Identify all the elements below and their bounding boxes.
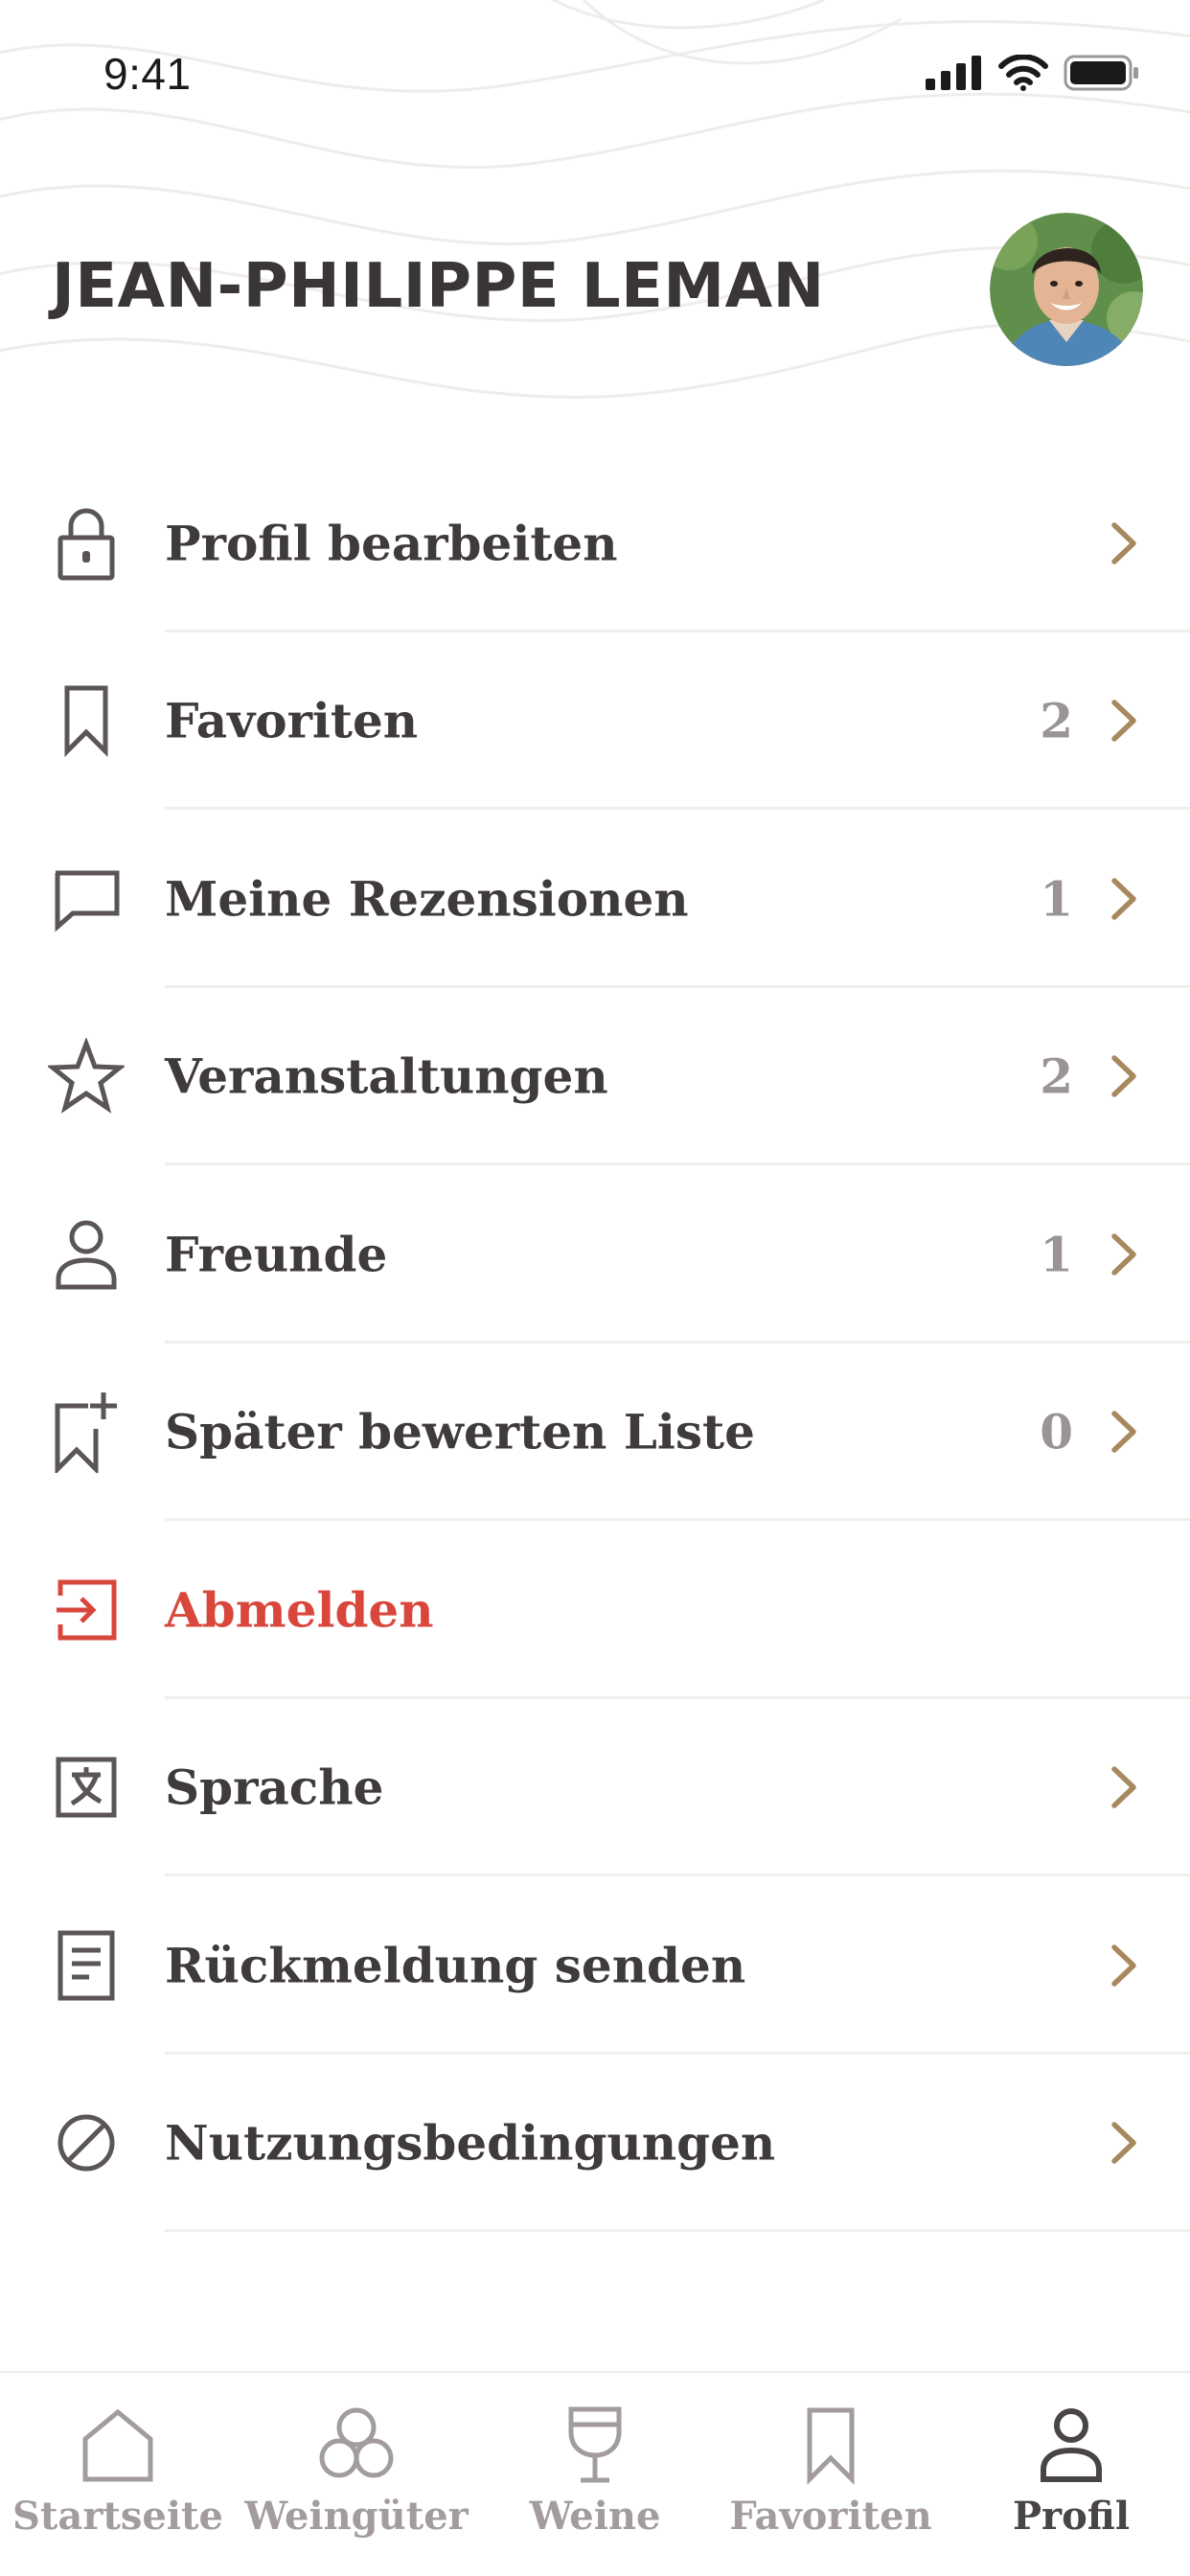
menu-item-rueckmeldung-senden[interactable]: Rückmeldung senden	[0, 1876, 1190, 2055]
person-icon	[48, 1216, 125, 1293]
bookmark-icon	[788, 2402, 874, 2488]
person-icon	[1028, 2402, 1114, 2488]
avatar-photo	[990, 213, 1143, 366]
rate-later-count: 0	[1040, 1403, 1073, 1460]
menu-item-meine-rezensionen[interactable]: Meine Rezensionen 1	[0, 810, 1190, 988]
logout-icon	[48, 1572, 125, 1648]
comment-icon	[48, 861, 125, 937]
tab-label: Startseite	[12, 2494, 223, 2539]
menu-item-abmelden[interactable]: Abmelden	[0, 1521, 1190, 1699]
wine-glass-icon	[552, 2402, 638, 2488]
menu-item-label: Profil bearbeiten	[165, 515, 618, 572]
chevron-right-icon	[1111, 1766, 1136, 1808]
chevron-right-icon	[1111, 1411, 1136, 1453]
chevron-right-icon	[1111, 700, 1136, 742]
star-icon	[48, 1038, 125, 1115]
status-bar: 9:41	[0, 0, 1190, 144]
menu-item-label: Abmelden	[165, 1581, 434, 1639]
menu-item-profil-bearbeiten[interactable]: Profil bearbeiten	[0, 454, 1190, 632]
menu-item-veranstaltungen[interactable]: Veranstaltungen 2	[0, 988, 1190, 1165]
lock-icon	[48, 505, 125, 582]
tab-startseite[interactable]: Startseite	[3, 2373, 233, 2576]
tab-weine[interactable]: Weine	[480, 2373, 710, 2576]
tab-weingueter[interactable]: Weingüter	[241, 2373, 471, 2576]
profile-menu: Profil bearbeiten Favoriten 2 Meine Reze…	[0, 454, 1190, 2232]
menu-item-label: Veranstaltungen	[165, 1047, 608, 1105]
menu-item-freunde[interactable]: Freunde 1	[0, 1165, 1190, 1344]
chevron-right-icon	[1111, 878, 1136, 920]
home-icon	[75, 2402, 161, 2488]
menu-item-label: Favoriten	[165, 692, 419, 749]
chevron-right-icon	[1111, 1055, 1136, 1097]
document-icon	[48, 1927, 125, 2004]
battery-icon	[1064, 55, 1138, 91]
events-count: 2	[1040, 1047, 1073, 1105]
translate-icon	[48, 1749, 125, 1826]
tab-label: Favoriten	[729, 2494, 932, 2539]
menu-item-label: Rückmeldung senden	[165, 1937, 746, 1994]
tab-profil[interactable]: Profil	[956, 2373, 1186, 2576]
chevron-right-icon	[1111, 522, 1136, 564]
tab-bar: Startseite Weingüter Weine Favoriten Pro…	[0, 2371, 1190, 2576]
block-icon	[48, 2104, 125, 2181]
status-time: 9:41	[103, 49, 192, 99]
chevron-right-icon	[1111, 2122, 1136, 2164]
bookmark-plus-icon	[48, 1392, 125, 1474]
menu-item-sprache[interactable]: Sprache	[0, 1699, 1190, 1876]
menu-item-spaeter-bewerten-liste[interactable]: Später bewerten Liste 0	[0, 1344, 1190, 1521]
chevron-right-icon	[1111, 1944, 1136, 1987]
divider	[165, 2229, 1190, 2232]
reviews-count: 1	[1040, 870, 1073, 928]
menu-item-label: Freunde	[165, 1226, 388, 1283]
grapes-icon	[313, 2402, 400, 2488]
bookmark-icon	[48, 682, 125, 759]
friends-count: 1	[1040, 1226, 1073, 1283]
status-icons	[926, 54, 1140, 92]
menu-item-label: Später bewerten Liste	[165, 1403, 755, 1460]
tab-favoriten[interactable]: Favoriten	[716, 2373, 946, 2576]
cellular-signal-icon	[926, 56, 981, 90]
chevron-right-icon	[1111, 1233, 1136, 1276]
menu-item-label: Sprache	[165, 1759, 384, 1816]
tab-label: Profil	[1012, 2494, 1131, 2539]
avatar[interactable]	[990, 213, 1143, 366]
profile-name: JEAN-PHILIPPE LEMAN	[52, 251, 825, 322]
favorites-count: 2	[1040, 692, 1073, 749]
wifi-icon	[998, 55, 1048, 91]
menu-item-label: Nutzungsbedingungen	[165, 2114, 776, 2172]
tab-label: Weine	[529, 2494, 661, 2539]
menu-item-nutzungsbedingungen[interactable]: Nutzungsbedingungen	[0, 2055, 1190, 2232]
tab-label: Weingüter	[244, 2494, 469, 2539]
menu-item-label: Meine Rezensionen	[165, 870, 689, 928]
menu-item-favoriten[interactable]: Favoriten 2	[0, 632, 1190, 810]
